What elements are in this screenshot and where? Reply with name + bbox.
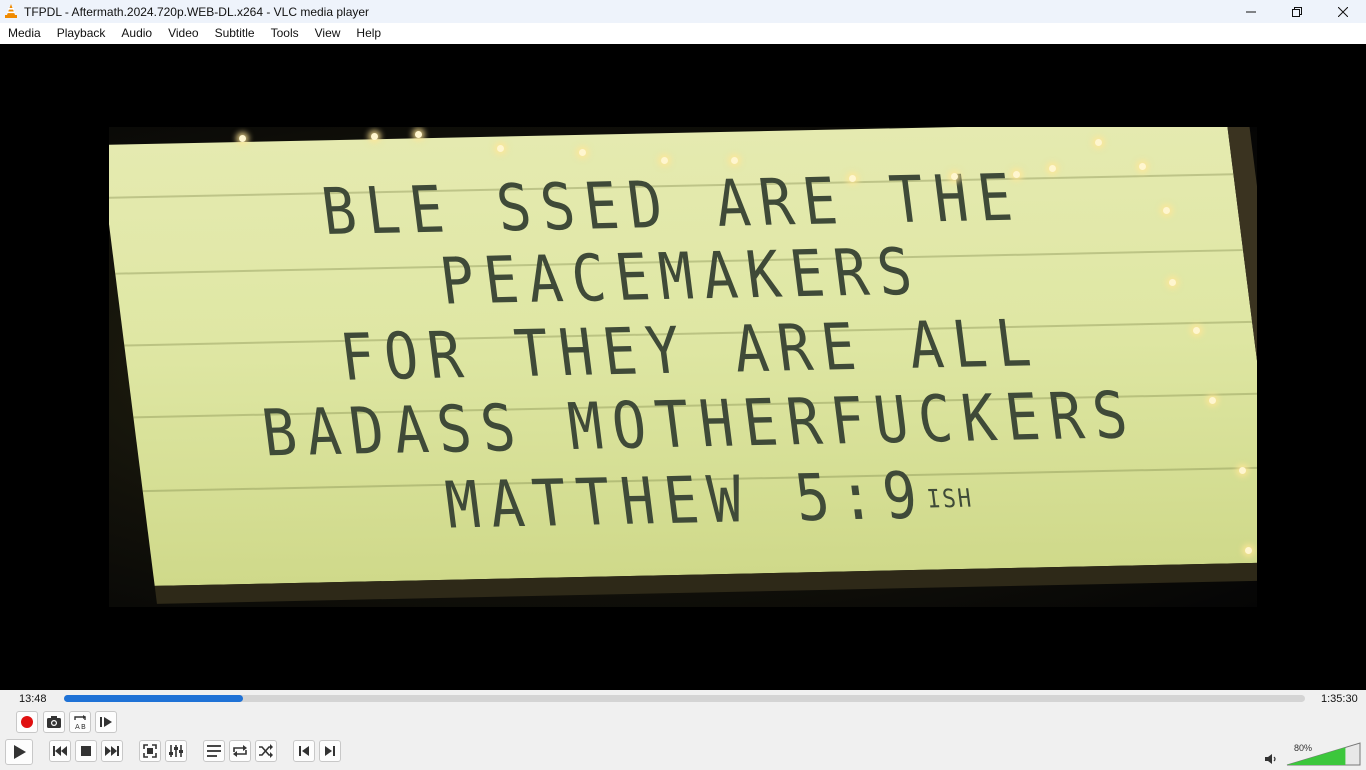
speaker-icon[interactable] (1264, 752, 1278, 764)
marquee-sign: BLE SSED ARE THE PEACEMAKERS FOR THEY AR… (109, 127, 1257, 604)
title-bar: TFPDL - Aftermath.2024.720p.WEB-DL.x264 … (0, 0, 1366, 23)
next-chapter-button[interactable] (319, 740, 341, 762)
svg-text:A: A (75, 723, 80, 730)
total-time: 1:35:30 (1321, 693, 1358, 705)
extended-settings-button[interactable] (165, 740, 187, 762)
seek-row: 13:48 1:35:30 (0, 690, 1366, 710)
next-media-button[interactable] (101, 740, 123, 762)
seek-progress (64, 695, 243, 702)
playlist-button[interactable] (203, 740, 225, 762)
menu-playback[interactable]: Playback (49, 23, 114, 44)
close-button[interactable] (1320, 0, 1366, 23)
menu-audio[interactable]: Audio (113, 23, 160, 44)
minimize-button[interactable] (1228, 0, 1274, 23)
volume-slider[interactable] (1286, 742, 1361, 766)
frame-by-frame-button[interactable] (95, 711, 117, 733)
menu-bar: Media Playback Audio Video Subtitle Tool… (0, 23, 1366, 44)
video-frame: BLE SSED ARE THE PEACEMAKERS FOR THEY AR… (109, 127, 1257, 607)
loop-button[interactable] (229, 740, 251, 762)
video-area[interactable]: BLE SSED ARE THE PEACEMAKERS FOR THEY AR… (0, 44, 1366, 690)
menu-video[interactable]: Video (160, 23, 206, 44)
menu-media[interactable]: Media (0, 23, 49, 44)
ab-loop-button[interactable]: AB (69, 711, 91, 733)
previous-chapter-button[interactable] (293, 740, 315, 762)
previous-media-button[interactable] (49, 740, 71, 762)
shuffle-button[interactable] (255, 740, 277, 762)
svg-text:B: B (81, 723, 86, 730)
menu-tools[interactable]: Tools (263, 23, 307, 44)
play-button[interactable] (5, 739, 33, 765)
vlc-cone-icon (3, 4, 19, 20)
menu-subtitle[interactable]: Subtitle (207, 23, 263, 44)
elapsed-time: 13:48 (19, 693, 47, 705)
fullscreen-button[interactable] (139, 740, 161, 762)
stop-button[interactable] (75, 740, 97, 762)
menu-help[interactable]: Help (348, 23, 389, 44)
snapshot-camera-icon[interactable] (43, 711, 65, 733)
menu-view[interactable]: View (307, 23, 349, 44)
restore-button[interactable] (1274, 0, 1320, 23)
record-button[interactable] (16, 711, 38, 733)
window-title: TFPDL - Aftermath.2024.720p.WEB-DL.x264 … (24, 4, 370, 19)
seek-bar[interactable] (64, 695, 1305, 702)
